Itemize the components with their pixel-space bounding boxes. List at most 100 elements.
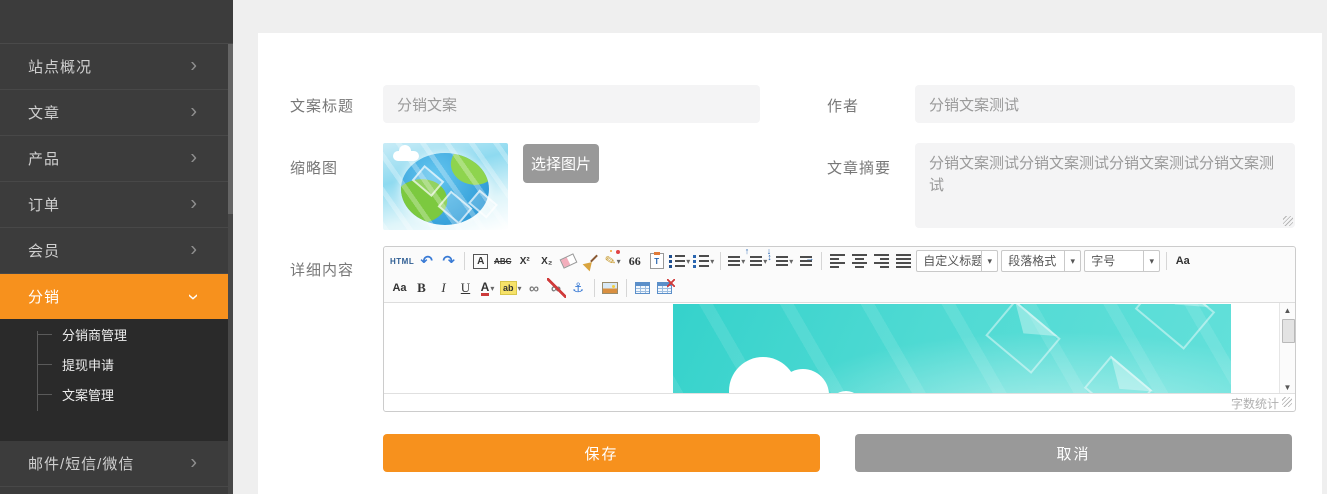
dropdown-arrow-icon: ▾ <box>710 257 714 266</box>
underline-button[interactable]: U <box>456 278 475 298</box>
arrow-right-icon: → <box>805 253 814 263</box>
format-block-button[interactable]: A <box>471 251 490 271</box>
indent-button[interactable]: → <box>796 251 815 271</box>
font-color-button[interactable]: A ▾ <box>478 278 497 298</box>
toolbar-separator <box>464 252 465 270</box>
distribution-submenu: 分销商管理 提现申请 文案管理 <box>0 319 233 441</box>
scroll-up-icon[interactable]: ▲ <box>1280 306 1295 315</box>
anchor-button[interactable]: ⚓ <box>569 278 588 298</box>
sidebar-item-site-overview[interactable]: 站点概况 › <box>0 44 233 90</box>
choose-image-button[interactable]: 选择图片 <box>523 144 599 183</box>
redo-button[interactable]: ↷ <box>439 251 458 271</box>
heading-select-value: 自定义标题 <box>917 251 981 271</box>
sidebar-item-label: 邮件/短信/微信 <box>28 453 134 474</box>
magic-pencil-icon: ✎ <box>603 252 617 270</box>
paste-as-text-button[interactable]: T <box>647 251 666 271</box>
chevron-right-icon: › <box>190 452 197 472</box>
submenu-item-withdrawal-application[interactable]: 提现申请 <box>62 349 233 379</box>
clear-style-button[interactable] <box>581 251 600 271</box>
dropdown-arrow-icon: ▾ <box>686 257 690 266</box>
cloud-icon <box>393 151 419 161</box>
blockquote-button[interactable]: 66 <box>625 251 644 271</box>
highlight-color-button[interactable]: ab ▾ <box>500 278 522 298</box>
italic-button[interactable]: I <box>434 278 453 298</box>
align-center-button[interactable] <box>850 251 869 271</box>
sidebar-scrollbar-thumb[interactable] <box>228 44 233 214</box>
thumbnail-image <box>383 143 508 230</box>
editor-scrollbar-thumb[interactable] <box>1282 319 1295 343</box>
submenu-item-label: 文案管理 <box>62 385 114 404</box>
textarea-resize-grip[interactable] <box>1283 216 1293 226</box>
strikethrough-button[interactable]: ABC <box>493 251 512 271</box>
to-lowercase-button[interactable]: Aa <box>390 278 409 298</box>
editor-scrollbar[interactable]: ▲ ▼ <box>1279 303 1295 395</box>
heading-select[interactable]: 自定义标题 ▾ <box>916 250 998 272</box>
font-size-select[interactable]: 字号 ▾ <box>1084 250 1160 272</box>
summary-label: 文章摘要 <box>827 157 891 178</box>
submenu-item-label: 提现申请 <box>62 355 114 374</box>
summary-textarea[interactable]: 分销文案测试分销文案测试分销文案测试分销文案测试 <box>915 143 1295 228</box>
auto-typeset-button[interactable]: ✎ ▾ <box>603 251 622 271</box>
toolbar-separator <box>626 279 627 297</box>
remove-link-button[interactable]: ∞ <box>547 278 566 298</box>
envelope-icon <box>985 304 1061 374</box>
chevron-right-icon: › <box>190 55 197 75</box>
sidebar-item-members[interactable]: 会员 › <box>0 228 233 274</box>
submenu-item-label: 分销商管理 <box>62 325 127 344</box>
paragraph-bars-icon <box>776 256 788 267</box>
paragraph-bars-icon <box>750 256 762 267</box>
inserted-banner-image <box>673 304 1231 395</box>
remove-format-button[interactable] <box>559 251 578 271</box>
editor-toolbar: HTML ↶ ↷ A ABC X² X₂ ✎ ▾ 66 T <box>384 247 1295 303</box>
toolbar-separator <box>594 279 595 297</box>
align-justify-button[interactable] <box>894 251 913 271</box>
clipboard-icon: T <box>650 253 664 269</box>
sidebar-item-articles[interactable]: 文章 › <box>0 90 233 136</box>
title-input[interactable] <box>383 85 760 123</box>
bold-button[interactable]: B <box>412 278 431 298</box>
align-right-button[interactable] <box>872 251 891 271</box>
save-button[interactable]: 保存 <box>383 434 820 472</box>
unordered-list-button[interactable]: ▾ <box>693 251 714 271</box>
sidebar: 站点概况 › 文章 › 产品 › 订单 › 会员 › 分销 › 分销商管理 <box>0 0 233 494</box>
sidebar-item-orders[interactable]: 订单 › <box>0 182 233 228</box>
content-label: 详细内容 <box>290 259 354 280</box>
sidebar-item-label: 站点概况 <box>28 56 92 77</box>
dropdown-arrow-icon: ▾ <box>617 257 621 266</box>
line-height-button[interactable]: ↕ ▾ <box>771 251 793 271</box>
superscript-button[interactable]: X² <box>515 251 534 271</box>
screen: 站点概况 › 文章 › 产品 › 订单 › 会员 › 分销 › 分销商管理 <box>0 0 1327 494</box>
paragraph-format-select-value: 段落格式 <box>1002 251 1064 271</box>
editor-resize-grip[interactable] <box>1282 397 1292 407</box>
paragraph-format-select[interactable]: 段落格式 ▾ <box>1001 250 1081 272</box>
align-left-button[interactable] <box>828 251 847 271</box>
sidebar-item-distribution[interactable]: 分销 › <box>0 274 233 319</box>
html-source-button[interactable]: HTML <box>390 251 414 271</box>
scroll-down-icon[interactable]: ▼ <box>1280 383 1295 392</box>
insert-link-button[interactable]: ∞ <box>525 278 544 298</box>
toolbar-row-2: Aa B I U A ▾ ab ▾ ∞ ∞ ⚓ <box>384 275 1295 301</box>
chevron-right-icon: › <box>190 239 197 259</box>
submenu-item-distributor-management[interactable]: 分销商管理 <box>62 319 233 349</box>
align-left-icon <box>830 254 845 268</box>
sidebar-item-products[interactable]: 产品 › <box>0 136 233 182</box>
subscript-button[interactable]: X₂ <box>537 251 556 271</box>
submenu-item-copy-management[interactable]: 文案管理 <box>62 379 233 409</box>
submenu-tree-line <box>37 331 38 411</box>
delete-table-button[interactable] <box>655 278 674 298</box>
to-uppercase-button[interactable]: Aa <box>1173 251 1192 271</box>
sidebar-item-mail-sms-wechat[interactable]: 邮件/短信/微信 › <box>0 441 233 487</box>
sidebar-item-label: 订单 <box>28 194 60 215</box>
author-input[interactable] <box>915 85 1295 123</box>
toolbar-row-1: HTML ↶ ↷ A ABC X² X₂ ✎ ▾ 66 T <box>384 247 1295 275</box>
ordered-list-button[interactable]: ▾ <box>669 251 690 271</box>
space-before-paragraph-button[interactable]: ↑ ▾ <box>727 251 746 271</box>
space-after-paragraph-button[interactable]: ↓ ▾ <box>749 251 768 271</box>
dropdown-arrow-icon: ▾ <box>1064 251 1080 271</box>
cancel-button[interactable]: 取消 <box>855 434 1292 472</box>
undo-button[interactable]: ↶ <box>417 251 436 271</box>
table-icon <box>635 282 650 294</box>
insert-image-button[interactable] <box>601 278 620 298</box>
editor-content[interactable] <box>384 303 1279 395</box>
insert-table-button[interactable] <box>633 278 652 298</box>
